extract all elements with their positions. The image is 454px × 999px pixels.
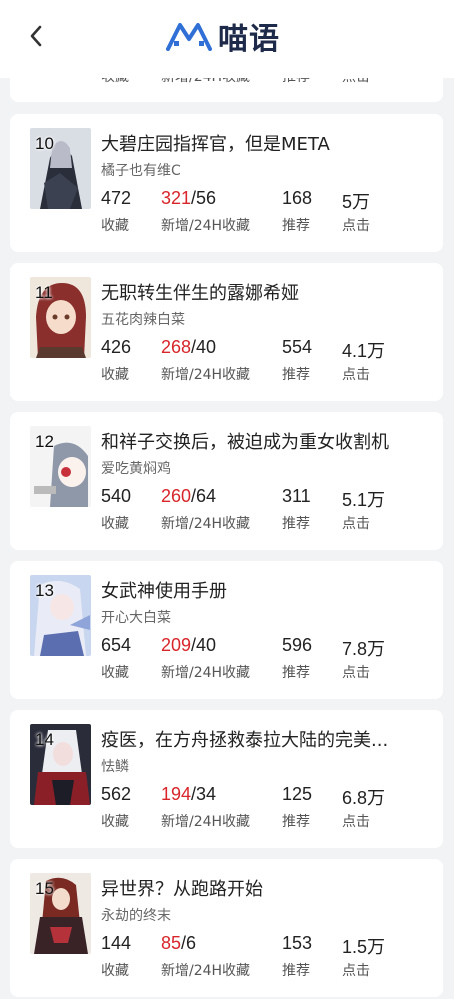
new-count: 268 [161,337,192,357]
rank-number: 11 [35,283,53,302]
new-24h-count: 260/64 [161,486,216,507]
clicks-label: 点击 [342,516,370,532]
favorites-label: 收藏 [101,367,129,383]
book-author[interactable]: 开心大白菜 [101,607,171,627]
recommend-label: 推荐 [282,367,310,383]
favorites-label: 收藏 [101,963,129,979]
clicks-label: 点击 [342,665,370,681]
book-author[interactable]: 永劫的终末 [101,905,171,925]
book-author[interactable]: 爱吃黄焖鸡 [101,458,171,478]
clicks-label: 点击 [342,367,370,383]
new-24h-count: 209/40 [161,635,216,656]
book-title[interactable]: 疫医，在方舟拯救泰拉大陆的完美... [101,726,431,752]
fav-24h-count: /40 [191,337,217,357]
clicks-count: 6.8万 [342,788,386,808]
clicks-count: 1.5万 [342,937,386,957]
clicks-count: 4.1万 [342,341,386,361]
book-title[interactable]: 大碧庄园指挥官，但是META [101,130,431,156]
back-button[interactable] [24,22,48,50]
new-24h-count: 268/40 [161,337,216,358]
fav-24h-count: /56 [191,188,217,208]
recommend-label: 推荐 [282,665,310,681]
logo-icon [166,23,212,51]
recommend-label: 推荐 [282,814,310,830]
favorites-label: 收藏 [101,516,129,532]
book-cover[interactable]: 15 [30,873,91,954]
ranking-card[interactable]: 15 异世界？从跑路开始 永劫的终末 144 85/6 153 1.5万 收藏 … [10,859,443,997]
favorites-label: 收藏 [101,218,129,234]
clicks-count: 5万 [342,192,371,212]
book-cover[interactable]: 12 [30,426,91,507]
book-title[interactable]: 异世界？从跑路开始 [101,875,431,901]
recommend-count: 596 [282,635,313,655]
new-24h-label: 新增/24H收藏 [161,218,251,234]
new-count: 209 [161,635,192,655]
ranking-card[interactable]: 11 无职转生伴生的露娜希娅 五花肉辣白菜 426 268/40 554 4.1… [10,263,443,401]
book-cover[interactable]: 13 [30,575,91,656]
fav-24h-count: /6 [181,933,197,953]
fav-24h-count: /34 [191,784,217,804]
chevron-left-icon [30,25,42,47]
book-title[interactable]: 和祥子交换后，被迫成为重女收割机 [101,428,431,454]
ranking-card[interactable]: 13 女武神使用手册 开心大白菜 654 209/40 596 7.8万 收藏 … [10,561,443,699]
clicks-label: 点击 [342,814,370,830]
recommend-count: 153 [282,933,313,953]
book-cover[interactable]: 14 [30,724,91,805]
rank-number: 12 [35,432,54,451]
book-author[interactable]: 怯鳞 [101,756,129,776]
book-author[interactable]: 五花肉辣白菜 [101,309,185,329]
clicks-label: 点击 [342,963,370,979]
new-24h-label: 新增/24H收藏 [161,814,251,830]
book-cover[interactable]: 10 [30,128,91,209]
recommend-count: 311 [282,486,311,506]
favorites-count: 144 [101,933,132,953]
favorites-label: 收藏 [101,665,129,681]
new-count: 194 [161,784,192,804]
recommend-count: 125 [282,784,313,804]
clicks-label: 点击 [342,218,370,234]
book-author[interactable]: 橘子也有维C [101,160,181,180]
new-24h-label: 新增/24H收藏 [161,963,251,979]
book-title[interactable]: 女武神使用手册 [101,577,431,603]
rank-number: 15 [35,879,54,898]
app-logo: 喵语 [166,14,280,58]
new-count: 85 [161,933,182,953]
rank-number: 10 [35,134,54,153]
ranking-card[interactable]: 14 疫医，在方舟拯救泰拉大陆的完美... 怯鳞 562 194/34 125 … [10,710,443,848]
book-cover[interactable]: 11 [30,277,91,358]
favorites-label: 收藏 [101,814,129,830]
new-24h-count: 194/34 [161,784,216,805]
recommend-count: 168 [282,188,313,208]
new-count: 260 [161,486,192,506]
fav-24h-count: /40 [191,635,217,655]
recommend-label: 推荐 [282,963,310,979]
favorites-count: 472 [101,188,132,208]
recommend-count: 554 [282,337,313,357]
book-title[interactable]: 无职转生伴生的露娜希娅 [101,279,431,305]
fav-24h-count: /64 [191,486,217,506]
rank-number: 14 [35,730,54,749]
new-24h-count: 85/6 [161,933,196,954]
clicks-count: 7.8万 [342,639,386,659]
favorites-count: 562 [101,784,132,804]
rank-number: 13 [35,581,54,600]
new-24h-label: 新增/24H收藏 [161,367,251,383]
favorites-count: 540 [101,486,132,506]
ranking-card[interactable]: 10 大碧庄园指挥官，但是META 橘子也有维C 472 321/56 168 … [10,114,443,252]
new-24h-label: 新增/24H收藏 [161,665,251,681]
recommend-label: 推荐 [282,516,310,532]
new-count: 321 [161,188,192,208]
favorites-count: 426 [101,337,132,357]
new-24h-label: 新增/24H收藏 [161,516,251,532]
recommend-label: 推荐 [282,218,310,234]
clicks-count: 5.1万 [342,490,386,510]
top-bar: 喵语 [0,0,454,78]
new-24h-count: 321/56 [161,188,216,209]
ranking-card[interactable]: 12 和祥子交换后，被迫成为重女收割机 爱吃黄焖鸡 540 260/64 311… [10,412,443,550]
favorites-count: 654 [101,635,132,655]
app-title: 喵语 [218,22,280,57]
